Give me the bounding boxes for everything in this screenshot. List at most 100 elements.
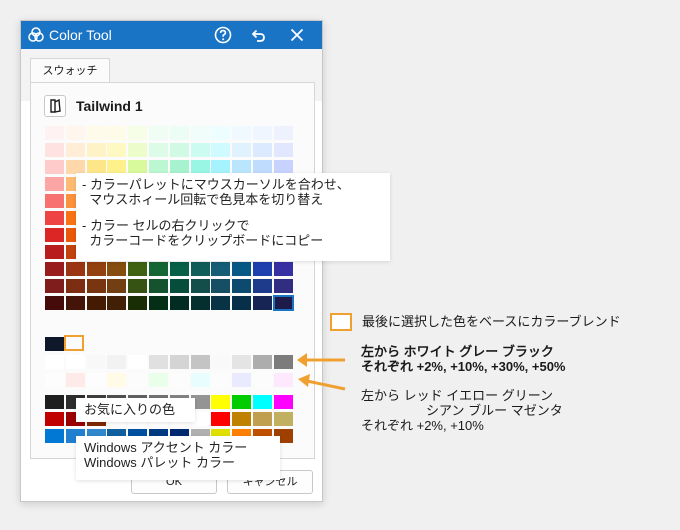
palette-color-cell[interactable] xyxy=(87,160,106,174)
tint-blend-cell[interactable] xyxy=(191,373,210,387)
palette-color-cell[interactable] xyxy=(170,126,189,140)
undo-icon[interactable] xyxy=(249,26,267,44)
palette-color-cell[interactable] xyxy=(191,160,210,174)
tint-blend-cell[interactable] xyxy=(45,373,64,387)
palette-color-cell[interactable] xyxy=(232,296,251,310)
gray-blend-cell[interactable] xyxy=(87,355,106,369)
gray-blend-cell[interactable] xyxy=(232,355,251,369)
tint-blend-cell[interactable] xyxy=(211,373,230,387)
palette-color-cell[interactable] xyxy=(45,279,64,293)
palette-color-cell[interactable] xyxy=(253,296,272,310)
palette-color-cell[interactable] xyxy=(107,126,126,140)
palette-color-cell[interactable] xyxy=(107,160,126,174)
favorite-color-cell[interactable] xyxy=(45,429,64,443)
palette-color-cell[interactable] xyxy=(232,160,251,174)
tint-blend-cell[interactable] xyxy=(274,373,293,387)
palette-color-cell[interactable] xyxy=(45,296,64,310)
palette-color-cell[interactable] xyxy=(66,296,85,310)
palette-color-cell[interactable] xyxy=(149,279,168,293)
tint-blend-cell[interactable] xyxy=(66,373,85,387)
palette-color-cell[interactable] xyxy=(45,262,64,276)
last-selected-color-cell[interactable] xyxy=(45,337,64,351)
palette-switch-button[interactable] xyxy=(44,95,66,117)
palette-color-cell[interactable] xyxy=(211,143,230,157)
palette-color-cell[interactable] xyxy=(232,262,251,276)
palette-color-cell[interactable] xyxy=(128,262,147,276)
gray-blend-cell[interactable] xyxy=(170,355,189,369)
palette-color-cell[interactable] xyxy=(274,262,293,276)
palette-color-cell[interactable] xyxy=(66,279,85,293)
palette-color-cell[interactable] xyxy=(45,245,64,259)
palette-color-cell[interactable] xyxy=(107,143,126,157)
palette-color-cell[interactable] xyxy=(128,296,147,310)
palette-color-cell[interactable] xyxy=(87,126,106,140)
palette-color-cell[interactable] xyxy=(211,262,230,276)
gray-blend-cell[interactable] xyxy=(274,355,293,369)
palette-color-cell[interactable] xyxy=(274,143,293,157)
palette-color-cell[interactable] xyxy=(191,143,210,157)
palette-color-cell[interactable] xyxy=(253,262,272,276)
tint-blend-cell[interactable] xyxy=(149,373,168,387)
help-icon[interactable] xyxy=(214,26,232,44)
palette-color-cell[interactable] xyxy=(232,143,251,157)
favorite-color-cell[interactable] xyxy=(211,412,230,426)
tab-swatches[interactable]: スウォッチ xyxy=(30,58,110,83)
palette-color-cell[interactable] xyxy=(253,279,272,293)
palette-color-cell[interactable] xyxy=(45,177,64,191)
tint-blend-cell[interactable] xyxy=(107,373,126,387)
favorite-color-cell[interactable] xyxy=(253,395,272,409)
palette-color-cell[interactable] xyxy=(211,279,230,293)
gray-blend-cell[interactable] xyxy=(253,355,272,369)
palette-color-cell[interactable] xyxy=(253,126,272,140)
favorite-color-cell[interactable] xyxy=(253,412,272,426)
gray-blend-cell[interactable] xyxy=(66,355,85,369)
palette-color-cell[interactable] xyxy=(191,279,210,293)
palette-color-cell[interactable] xyxy=(149,126,168,140)
palette-color-cell[interactable] xyxy=(170,296,189,310)
palette-color-cell[interactable] xyxy=(211,296,230,310)
palette-color-cell[interactable] xyxy=(149,143,168,157)
palette-color-cell[interactable] xyxy=(128,160,147,174)
favorite-color-cell[interactable] xyxy=(45,412,64,426)
palette-color-cell[interactable] xyxy=(170,143,189,157)
palette-color-cell[interactable] xyxy=(191,262,210,276)
palette-color-cell[interactable] xyxy=(170,262,189,276)
palette-color-cell[interactable] xyxy=(66,262,85,276)
palette-color-cell[interactable] xyxy=(274,160,293,174)
palette-color-cell[interactable] xyxy=(253,160,272,174)
gray-blend-cell[interactable] xyxy=(149,355,168,369)
gray-blend-cell[interactable] xyxy=(45,355,64,369)
tint-blend-cell[interactable] xyxy=(87,373,106,387)
palette-color-cell[interactable] xyxy=(87,262,106,276)
palette-color-cell[interactable] xyxy=(66,126,85,140)
favorite-color-cell[interactable] xyxy=(45,395,64,409)
favorite-color-cell[interactable] xyxy=(274,395,293,409)
palette-color-cell[interactable] xyxy=(45,160,64,174)
palette-color-cell[interactable] xyxy=(87,279,106,293)
palette-color-cell[interactable] xyxy=(128,279,147,293)
palette-color-cell[interactable] xyxy=(274,126,293,140)
palette-color-cell[interactable] xyxy=(170,279,189,293)
palette-color-cell[interactable] xyxy=(170,160,189,174)
palette-color-cell[interactable] xyxy=(66,160,85,174)
favorite-color-cell[interactable] xyxy=(211,395,230,409)
close-icon[interactable] xyxy=(288,26,306,44)
tint-blend-cell[interactable] xyxy=(170,373,189,387)
palette-color-cell[interactable] xyxy=(128,126,147,140)
palette-color-cell[interactable] xyxy=(191,126,210,140)
gray-blend-cell[interactable] xyxy=(211,355,230,369)
palette-color-cell[interactable] xyxy=(45,126,64,140)
gray-blend-cell[interactable] xyxy=(191,355,210,369)
gray-blend-cell[interactable] xyxy=(107,355,126,369)
palette-color-cell[interactable] xyxy=(66,143,85,157)
palette-color-cell[interactable] xyxy=(45,194,64,208)
favorite-color-cell[interactable] xyxy=(232,412,251,426)
favorite-color-cell[interactable] xyxy=(232,395,251,409)
palette-color-cell[interactable] xyxy=(107,279,126,293)
tint-blend-cell[interactable] xyxy=(253,373,272,387)
palette-color-cell[interactable] xyxy=(211,126,230,140)
palette-color-cell[interactable] xyxy=(232,126,251,140)
palette-color-cell[interactable] xyxy=(107,296,126,310)
palette-color-cell[interactable] xyxy=(149,262,168,276)
gray-blend-cell[interactable] xyxy=(128,355,147,369)
